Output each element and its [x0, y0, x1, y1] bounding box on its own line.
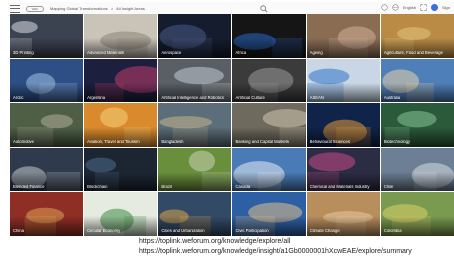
insight-areas-grid: 3D Printing Advanced Materials Aerospace Af… — [10, 14, 454, 236]
globe-icon[interactable] — [392, 4, 399, 11]
topbar-right-controls: English Sign — [381, 4, 450, 11]
tile-label: Behavioural Sciences — [309, 140, 350, 145]
user-avatar[interactable] — [430, 4, 438, 11]
insight-area-tile[interactable]: Australia — [380, 58, 454, 103]
insight-area-tile[interactable]: Chile — [380, 147, 454, 192]
insight-area-tile[interactable]: Aerospace — [158, 14, 232, 58]
insight-area-tile[interactable]: Arctic — [10, 58, 84, 103]
insight-area-tile[interactable]: Blended Finance — [10, 147, 84, 192]
breadcrumb-separator: > — [110, 6, 114, 11]
insight-area-tile[interactable]: Argentina — [84, 58, 158, 103]
breadcrumb-mapping-link[interactable]: Mapping Global Transformations — [50, 6, 108, 11]
insight-area-tile[interactable]: ASEAN — [306, 58, 380, 103]
expand-icon[interactable] — [420, 4, 427, 11]
insight-area-tile[interactable]: Agriculture, Food and Beverage — [380, 14, 454, 58]
tile-label: Biotechnology — [383, 140, 411, 145]
insight-area-tile[interactable]: Advanced Materials — [84, 14, 158, 58]
breadcrumb: Mapping Global Transformations > All Ins… — [50, 6, 145, 11]
tile-label: Banking and Capital Markets — [235, 140, 290, 145]
tile-label: Aerospace — [161, 50, 182, 55]
tile-label: Blended Finance — [13, 184, 45, 189]
insight-area-tile[interactable]: Canada — [232, 147, 306, 192]
tile-label: Cities and Urbanization — [161, 229, 205, 234]
tile-label: Brazil — [161, 184, 172, 189]
insight-area-tile[interactable]: Ageing — [306, 14, 380, 58]
insight-area-tile[interactable]: China — [10, 192, 84, 236]
tile-label: Bangladesh — [161, 140, 184, 145]
tile-label: Chemical and Materials Industry — [309, 184, 370, 189]
insight-area-tile[interactable]: Blockchain — [84, 147, 158, 192]
insight-area-tile[interactable]: Artificial Intelligence and Robotics — [158, 58, 232, 103]
breadcrumb-current: All Insight Areas — [116, 6, 145, 11]
tile-label: Circular Economy — [87, 229, 121, 234]
insight-area-tile[interactable]: Africa — [232, 14, 306, 58]
insight-area-tile[interactable]: Civic Participation — [232, 192, 306, 236]
search-icon[interactable] — [260, 5, 268, 13]
tile-label: Ageing — [309, 50, 323, 55]
tile-label: China — [13, 229, 24, 234]
tile-label: Blockchain — [87, 184, 108, 189]
help-icon[interactable] — [381, 4, 388, 11]
insight-area-tile[interactable]: Colombia — [380, 192, 454, 236]
tile-label: Civic Participation — [235, 229, 269, 234]
insight-area-tile[interactable]: Brazil — [158, 147, 232, 192]
insight-area-tile[interactable]: Bangladesh — [158, 103, 232, 147]
signin-link[interactable]: Sign — [442, 5, 450, 10]
language-selector[interactable]: English — [403, 5, 416, 10]
insight-area-tile[interactable]: Circular Economy — [84, 192, 158, 236]
tile-label: Artificial Intelligence and Robotics — [161, 95, 224, 100]
tile-label: Automotive — [13, 140, 34, 145]
insight-area-tile[interactable]: Cities and Urbanization — [158, 192, 232, 236]
menu-icon[interactable] — [10, 4, 20, 13]
insight-area-tile[interactable]: Aviation, Travel and Tourism — [84, 103, 158, 147]
tile-label: Africa — [235, 50, 247, 55]
tile-label: Climate Change — [309, 229, 340, 234]
tile-label: Chile — [383, 184, 394, 189]
insight-area-tile[interactable]: Chemical and Materials Industry — [306, 147, 380, 192]
url-explore-all: https://toplink.weforum.org/knowledge/ex… — [139, 238, 291, 245]
insight-area-tile[interactable]: Biotechnology — [380, 103, 454, 147]
tile-label: Canada — [235, 184, 251, 189]
tile-label: Artificial Culture — [235, 95, 265, 100]
tile-label: Australia — [383, 95, 401, 100]
tile-label: Advanced Materials — [87, 50, 124, 55]
tile-label: 3D Printing — [13, 50, 34, 55]
insight-area-tile[interactable]: Automotive — [10, 103, 84, 147]
tile-label: Argentina — [87, 95, 106, 100]
wef-logo[interactable]: WEF — [26, 5, 44, 12]
tile-label: Agriculture, Food and Beverage — [383, 50, 443, 55]
tile-label: ASEAN — [309, 95, 324, 100]
insight-area-tile[interactable]: Climate Change — [306, 192, 380, 236]
url-insight-summary: https://toplink.weforum.org/knowledge/in… — [139, 248, 412, 255]
insight-area-tile[interactable]: Artificial Culture — [232, 58, 306, 103]
source-urls: https://toplink.weforum.org/knowledge/ex… — [139, 237, 454, 257]
tile-label: Arctic — [13, 95, 24, 100]
insight-area-tile[interactable]: Banking and Capital Markets — [232, 103, 306, 147]
tile-label: Aviation, Travel and Tourism — [87, 140, 140, 145]
tile-label: Colombia — [383, 229, 402, 234]
insight-area-tile[interactable]: 3D Printing — [10, 14, 84, 58]
insight-area-tile[interactable]: Behavioural Sciences — [306, 103, 380, 147]
